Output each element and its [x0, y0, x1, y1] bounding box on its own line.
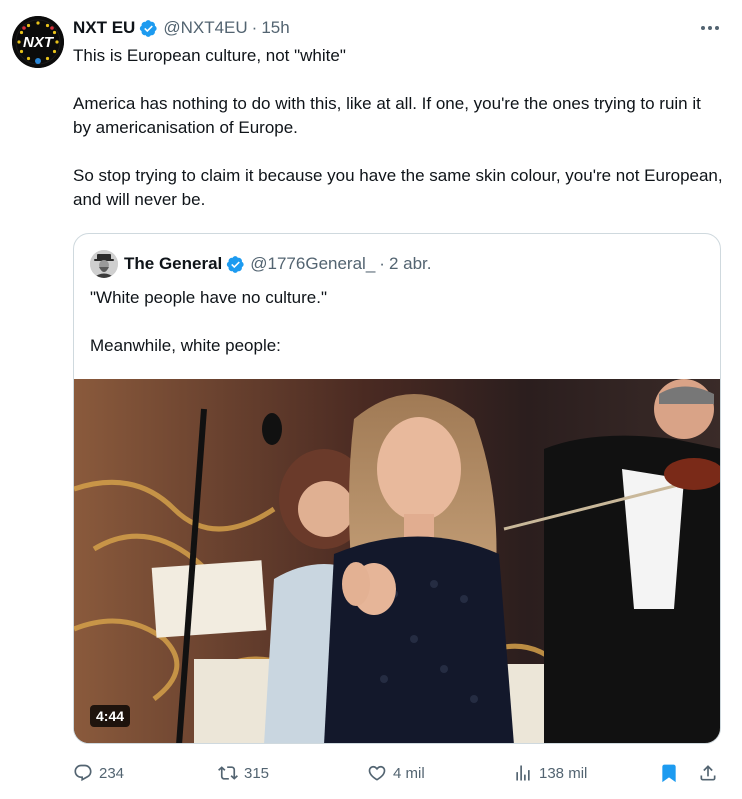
like-icon: [368, 765, 386, 781]
quoted-tweet-header: The General @1776General_ · 2 abr.: [90, 250, 432, 278]
verified-icon: [140, 19, 157, 37]
reply-button[interactable]: 234: [73, 759, 124, 787]
views-button[interactable]: 138 mil: [513, 759, 587, 787]
retweet-icon: [218, 766, 238, 780]
reply-count: 234: [99, 764, 125, 782]
video-duration-badge: 4:44: [90, 705, 131, 727]
more-options-button[interactable]: [698, 16, 722, 40]
author-name[interactable]: NXT EU: [73, 18, 135, 38]
bookmark-icon: [662, 764, 676, 783]
repost-count: 315: [244, 764, 270, 782]
tweet-paragraph: So stop trying to claim it because you h…: [73, 166, 728, 209]
share-button[interactable]: [698, 759, 718, 787]
share-icon: [700, 765, 716, 781]
avatar-logo-text: NXT: [23, 34, 55, 51]
quoted-tweet-time: 2 abr.: [388, 254, 432, 273]
tweet-time[interactable]: 15h: [261, 18, 289, 38]
more-icon-dot: [708, 26, 712, 30]
video-thumbnail[interactable]: 4:44: [74, 379, 720, 743]
quoted-tweet[interactable]: The General @1776General_ · 2 abr. "Whit…: [73, 233, 721, 744]
quoted-paragraph: "White people have no culture.": [90, 288, 327, 307]
more-icon: [701, 26, 705, 30]
tweet-text: This is European culture, not "white" Am…: [73, 44, 723, 212]
tweet-paragraph: America has nothing to do with this, lik…: [73, 94, 706, 137]
author-avatar[interactable]: NXT: [12, 16, 64, 68]
more-icon-dot: [715, 26, 719, 30]
quoted-avatar-image: [90, 250, 118, 278]
quoted-author-name: The General: [124, 254, 223, 273]
tweet-paragraph: This is European culture, not "white": [73, 46, 346, 65]
author-handle[interactable]: @NXT4EU: [163, 18, 247, 38]
views-icon: [516, 765, 530, 781]
separator-dot: ·: [379, 254, 385, 273]
tweet-header: NXT EU @NXT4EU · 15h: [73, 16, 290, 40]
like-count: 4 mil: [393, 764, 425, 782]
quoted-author-handle: @1776General_: [250, 254, 376, 273]
reply-icon: [74, 764, 92, 782]
quoted-author-avatar: [90, 250, 118, 278]
views-count: 138 mil: [539, 764, 588, 782]
bookmark-button[interactable]: [659, 759, 679, 787]
quoted-paragraph: Meanwhile, white people:: [90, 336, 281, 355]
verified-icon: [227, 255, 244, 273]
separator-dot: ·: [251, 18, 258, 37]
tweet-action-bar: 234 315 4 mil 138 mil: [73, 759, 723, 787]
repost-button[interactable]: 315: [218, 759, 269, 787]
like-button[interactable]: 4 mil: [367, 759, 425, 787]
video-frame-image: [74, 379, 720, 743]
quoted-tweet-text: "White people have no culture." Meanwhil…: [90, 286, 700, 358]
nxt-eu-logo: NXT: [12, 16, 64, 68]
